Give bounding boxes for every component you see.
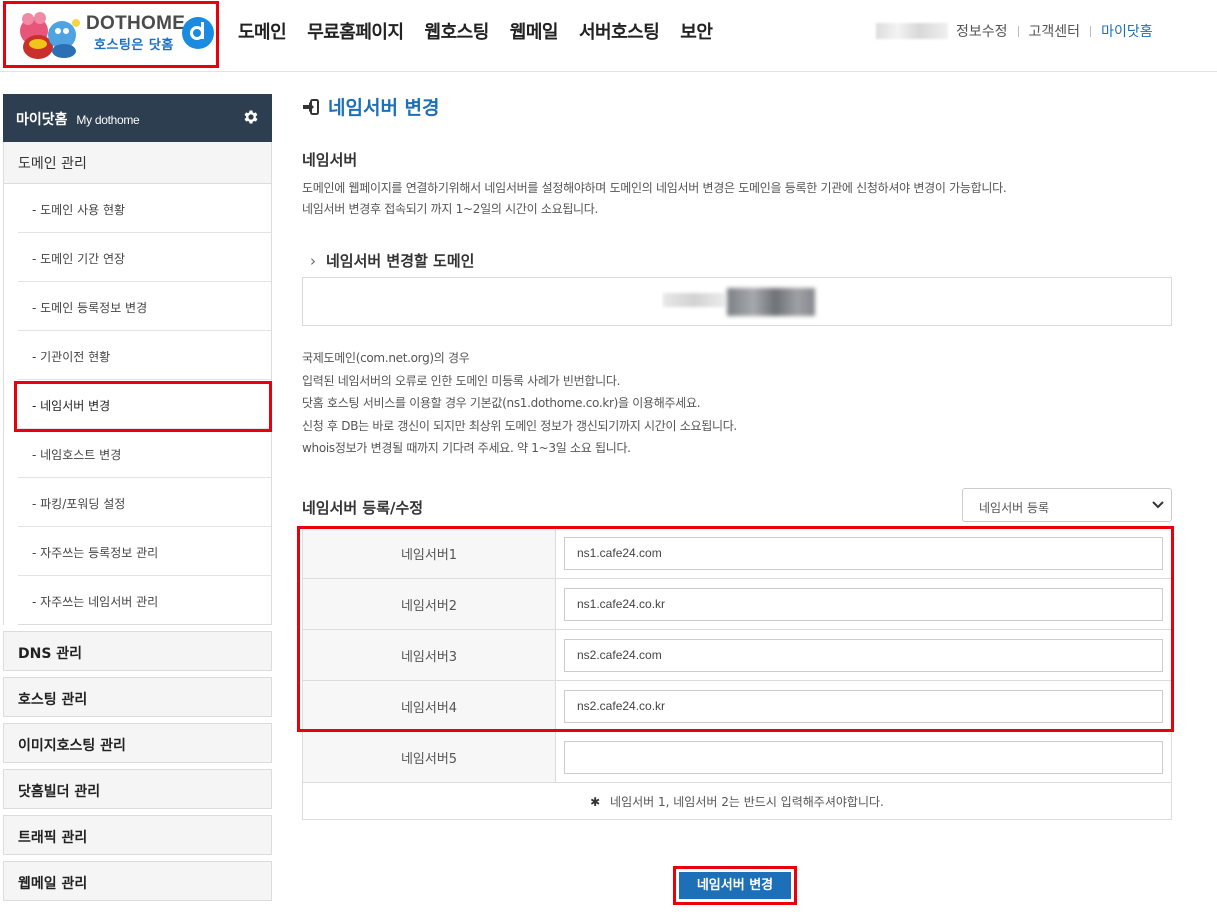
sidebar-category-dns[interactable]: DNS 관리: [3, 631, 272, 671]
utility-nav: 정보수정 고객센터 마이닷홈: [876, 21, 1153, 41]
logo-highlight-box[interactable]: DOTHOME 호스팅은 닷홈: [3, 1, 219, 68]
dothome-d-icon: [182, 17, 214, 49]
notice-line: 국제도메인(com.net.org)의 경우: [302, 351, 470, 365]
nav-security[interactable]: 보안: [680, 18, 713, 44]
nav-domain[interactable]: 도메인: [238, 18, 287, 44]
select-value: 네임서버 등록: [979, 501, 1050, 515]
table-row: 네임서버5: [302, 731, 1172, 783]
sidebar-item-domain-info-change[interactable]: - 도메인 등록정보 변경: [18, 282, 271, 331]
blurred-domain-part: [663, 293, 725, 307]
table-cell: [555, 731, 1172, 783]
sidebar-item-namehost-change[interactable]: - 네임호스트 변경: [18, 429, 271, 478]
mascot-logo-icon: [20, 12, 80, 59]
sidebar-title: 마이닷홈: [16, 112, 68, 128]
notice-line: 신청 후 DB는 바로 갱신이 되지만 최상위 도메인 정보가 갱신되기까지 시…: [302, 418, 737, 433]
main-nav: 도메인 무료홈페이지 웹호스팅 웹메일 서버호스팅 보안: [238, 18, 733, 44]
sign-in-arrow-icon: [303, 98, 319, 115]
site-header: DOTHOME 호스팅은 닷홈 도메인 무료홈페이지 웹호스팅 웹메일 서버호스…: [0, 0, 1217, 72]
description-line: 도메인에 웹페이지를 연결하기위해서 네임서버를 설정해야하며 도메인의 네임서…: [302, 181, 1007, 195]
notice-line: whois정보가 변경될 때까지 기다려 주세요. 약 1~3일 소요 됩니다.: [302, 441, 631, 455]
nav-free-homepage[interactable]: 무료홈페이지: [307, 18, 404, 44]
asterisk-icon: ✱: [590, 795, 601, 809]
notice-text: 국제도메인(com.net.org)의 경우 입력된 네임서버의 오류로 인한 …: [302, 347, 737, 460]
sidebar-category-traffic[interactable]: 트래픽 관리: [3, 815, 272, 855]
required-note-text: 네임서버 1, 네임서버 2는 반드시 입력해주셔야합니다.: [610, 795, 884, 809]
gear-icon[interactable]: [242, 108, 260, 126]
logo-brand: DOTHOME: [86, 13, 186, 34]
sidebar-group-domain[interactable]: 도메인 관리: [3, 142, 272, 184]
sidebar-category-hosting[interactable]: 호스팅 관리: [3, 677, 272, 717]
sidebar-header: 마이닷홈 My dothome: [3, 94, 272, 142]
support-link[interactable]: 고객센터: [1029, 21, 1081, 41]
notice-line: 입력된 네임서버의 오류로 인한 도메인 미등록 사례가 빈번합니다.: [302, 373, 621, 388]
nameserver-5-input[interactable]: [564, 740, 1163, 774]
chevron-down-icon: [1152, 501, 1164, 509]
nav-server-hosting[interactable]: 서버호스팅: [579, 18, 660, 44]
required-note: ✱ 네임서버 1, 네임서버 2는 반드시 입력해주셔야합니다.: [302, 783, 1172, 820]
page-title-text: 네임서버 변경: [328, 97, 440, 119]
my-dothome-link[interactable]: 마이닷홈: [1101, 21, 1153, 41]
domain-label-text: 네임서버 변경할 도메인: [326, 252, 475, 270]
register-title: 네임서버 등록/수정: [302, 499, 424, 517]
divider: [1017, 25, 1019, 37]
submit-highlight-box: 네임서버 변경: [673, 866, 797, 905]
chevron-right-icon: ›: [310, 251, 316, 270]
sidebar-category-image-hosting[interactable]: 이미지호스팅 관리: [3, 723, 272, 763]
sidebar-item-saved-contacts[interactable]: - 자주쓰는 등록정보 관리: [18, 527, 271, 576]
domain-label: › 네임서버 변경할 도메인: [310, 250, 474, 271]
divider: [1090, 25, 1092, 37]
nameserver-5-label: 네임서버5: [302, 731, 556, 783]
sidebar-highlight-box: [14, 381, 272, 432]
sidebar-title-en: My dothome: [76, 113, 140, 127]
sidebar-item-domain-usage[interactable]: - 도메인 사용 현황: [18, 184, 271, 233]
edit-profile-link[interactable]: 정보수정: [956, 21, 1008, 41]
logo-slogan: 호스팅은 닷홈: [94, 38, 174, 53]
sidebar-item-transfer-status[interactable]: - 기관이전 현황: [18, 331, 271, 380]
notice-line: 닷홈 호스팅 서비스를 이용할 경우 기본값(ns1.dothome.co.kr…: [302, 396, 701, 410]
nameserver-change-button[interactable]: 네임서버 변경: [679, 872, 791, 899]
blurred-domain-part: [727, 288, 815, 316]
sidebar-category-webmail[interactable]: 웹메일 관리: [3, 861, 272, 901]
sidebar-item-parking-forwarding[interactable]: - 파킹/포워딩 설정: [18, 478, 271, 527]
nav-webmail[interactable]: 웹메일: [510, 18, 559, 44]
description-line: 네임서버 변경후 접속되기 까지 1~2일의 시간이 소요됩니다.: [302, 202, 599, 216]
page-title: 네임서버 변경: [302, 93, 440, 120]
nameserver-highlight-box: [297, 526, 1174, 732]
section-title: 네임서버: [302, 151, 358, 169]
nav-web-hosting[interactable]: 웹호스팅: [425, 18, 490, 44]
section-description: 도메인에 웹페이지를 연결하기위해서 네임서버를 설정해야하며 도메인의 네임서…: [302, 178, 1007, 220]
sidebar-item-saved-nameservers[interactable]: - 자주쓰는 네임서버 관리: [18, 576, 271, 625]
blurred-username: [876, 23, 948, 39]
sidebar: 마이닷홈 My dothome 도메인 관리 - 도메인 사용 현황 - 도메인…: [3, 94, 272, 901]
sidebar-category-builder[interactable]: 닷홈빌더 관리: [3, 769, 272, 809]
nameserver-register-select[interactable]: 네임서버 등록: [962, 488, 1172, 522]
domain-display-box: [302, 277, 1172, 326]
sidebar-item-domain-renew[interactable]: - 도메인 기간 연장: [18, 233, 271, 282]
